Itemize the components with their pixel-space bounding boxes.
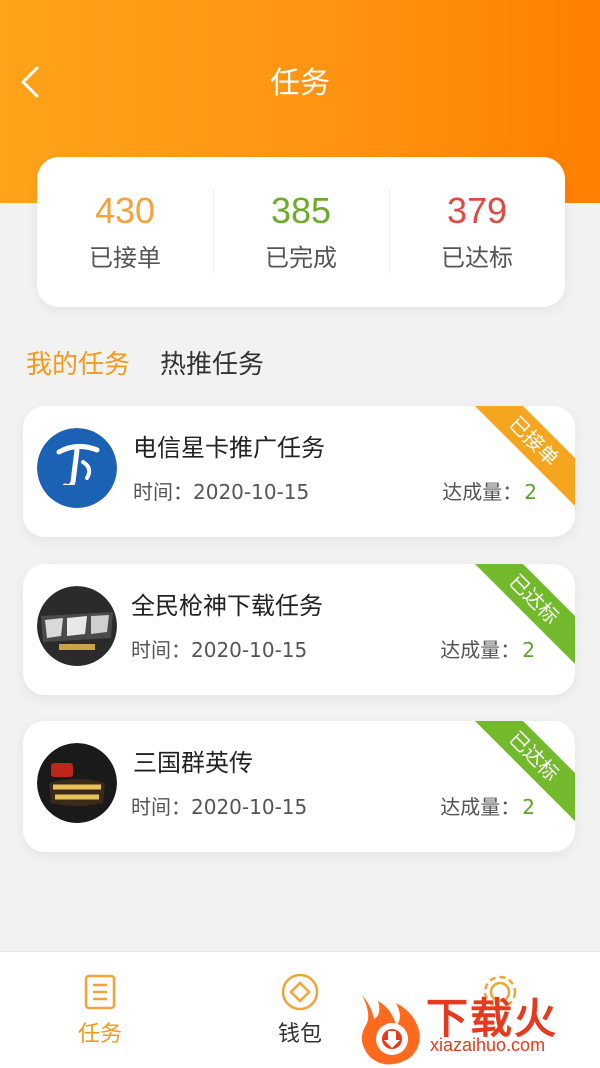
task-count: 达成量： 2 (440, 634, 535, 666)
china-telecom-logo (37, 428, 117, 508)
task-count: 达成量： 2 (442, 476, 537, 508)
task-count-label: 达成量： (440, 638, 521, 662)
stats-card: 430 已接单 385 已完成 379 已达标 (37, 157, 565, 307)
task-time-label: 时间： (133, 480, 193, 504)
task-time-value: 2020-10-15 (191, 638, 308, 662)
task-title: 电信星卡推广任务 (133, 434, 325, 462)
task-count-value: 2 (524, 480, 537, 504)
stat-value: 379 (446, 190, 508, 231)
stat-value: 385 (270, 190, 332, 231)
task-list-icon (80, 972, 120, 1012)
task-count-label: 达成量： (442, 480, 523, 504)
task-count-label: 达成量： (440, 795, 521, 819)
task-time: 时间：2020-10-15 (133, 476, 309, 508)
wallet-coin-icon (280, 972, 320, 1012)
nav-label: 任务 (77, 1022, 122, 1047)
watermark-url: xiazaihuo.com (430, 1035, 546, 1055)
sanguo-qunyingzhuan-logo (37, 743, 117, 823)
stat-accepted[interactable]: 430 已接单 (37, 189, 213, 275)
stat-label: 已接单 (89, 244, 161, 272)
task-tabs: 我的任务 热推任务 (26, 345, 264, 385)
task-time-label: 时间： (131, 638, 191, 662)
stat-label: 已完成 (265, 244, 337, 272)
task-card[interactable]: 三国群英传 时间：2020-10-15 达成量： 2 已达标 (23, 721, 575, 852)
flame-icon (361, 995, 420, 1065)
stat-value: 430 (94, 190, 156, 231)
task-card[interactable]: 电信星卡推广任务 时间：2020-10-15 达成量： 2 已接单 (23, 406, 575, 537)
task-count: 达成量： 2 (440, 791, 535, 823)
page-title: 任务 (270, 66, 330, 101)
task-time-value: 2020-10-15 (193, 480, 310, 504)
task-time: 时间：2020-10-15 (131, 791, 307, 823)
watermark-logo: 下载火 xiazaihuo.com (352, 985, 600, 1067)
task-time-value: 2020-10-15 (191, 795, 308, 819)
task-title: 三国群英传 (133, 749, 253, 777)
tab-my-tasks[interactable]: 我的任务 (26, 345, 130, 385)
stat-qualified[interactable]: 379 已达标 (389, 189, 565, 275)
task-title: 全民枪神下载任务 (131, 592, 323, 620)
stat-label: 已达标 (441, 244, 513, 272)
quanmin-qiangshen-logo (37, 586, 117, 666)
tab-hot-tasks[interactable]: 热推任务 (160, 345, 264, 385)
task-count-value: 2 (522, 638, 535, 662)
task-count-value: 2 (522, 795, 535, 819)
task-time-label: 时间： (131, 795, 191, 819)
task-time: 时间：2020-10-15 (131, 634, 307, 666)
task-card[interactable]: 全民枪神下载任务 时间：2020-10-15 达成量： 2 已达标 (23, 564, 575, 695)
nav-item-tasks[interactable]: 任务 (0, 952, 200, 1068)
stat-completed[interactable]: 385 已完成 (213, 189, 389, 275)
